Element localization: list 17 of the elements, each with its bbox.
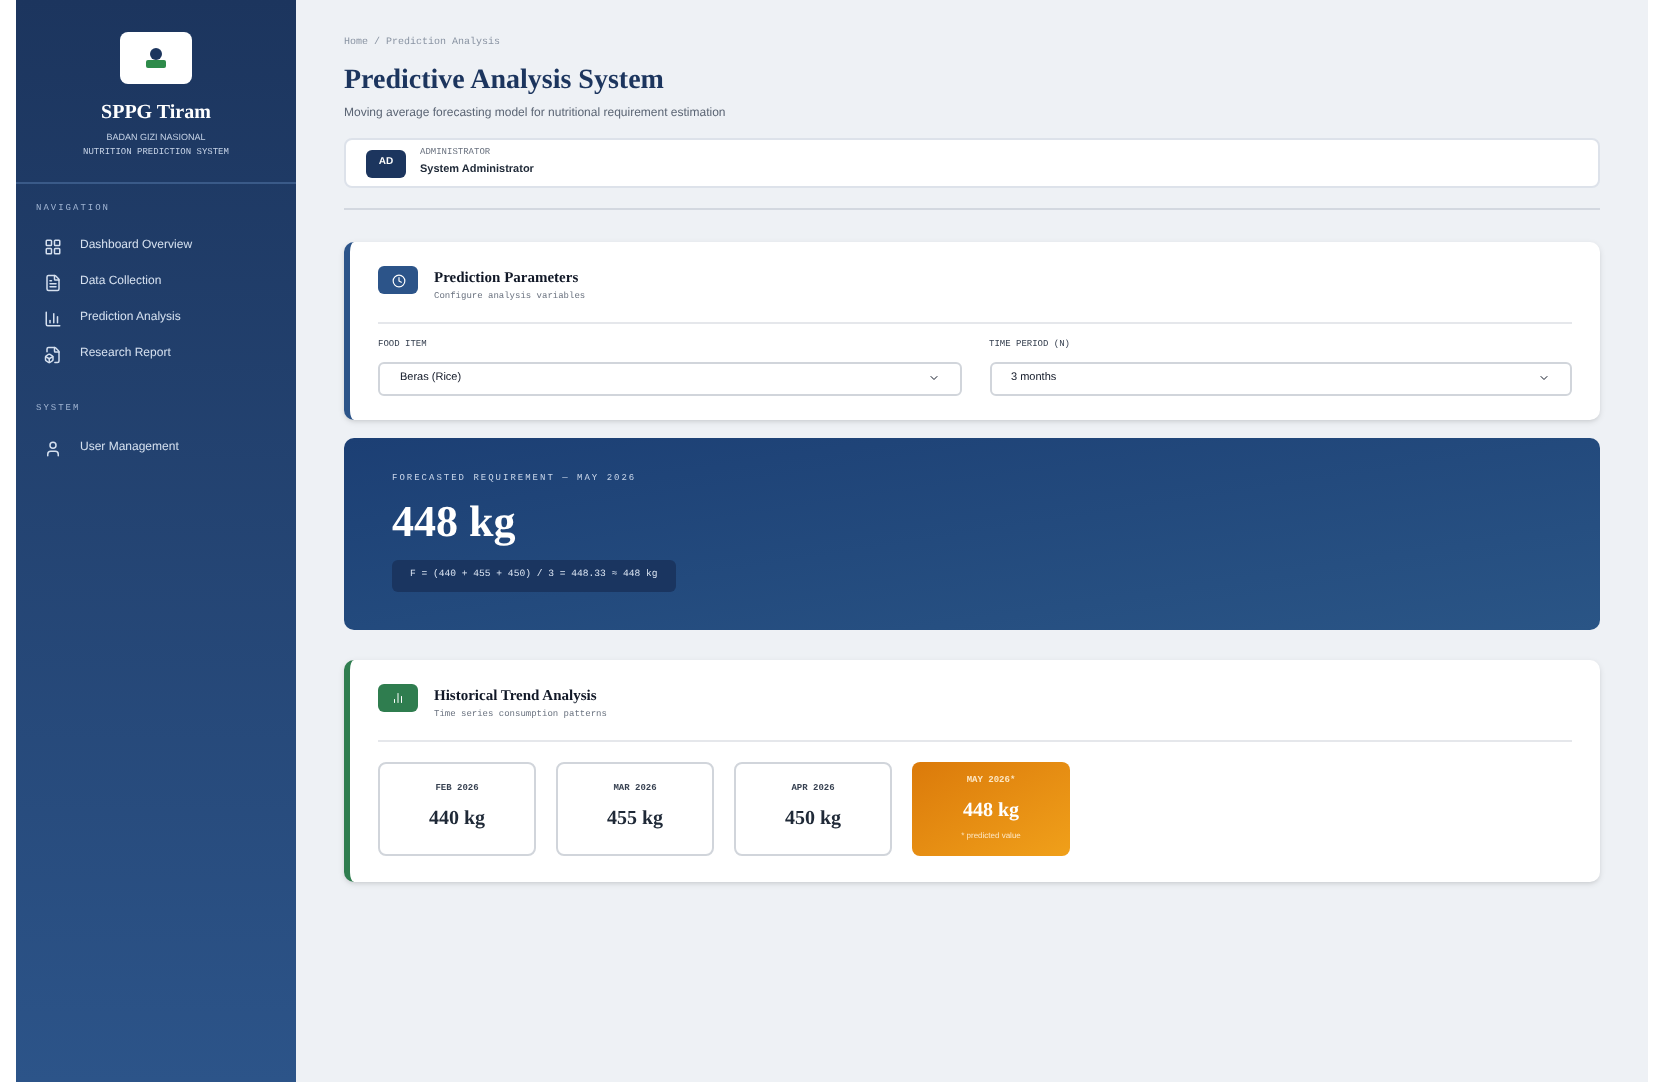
clock-icon [378, 266, 418, 294]
chevron-down-icon [1538, 372, 1550, 385]
logo-icon [120, 32, 192, 84]
forecast-value: 448 kg [392, 499, 518, 543]
document-icon [44, 273, 62, 292]
bar-chart-icon [44, 309, 62, 328]
month-value: 440 kg [428, 805, 486, 834]
month-value: 455 kg [606, 805, 664, 834]
brand-name: SPPG Tiram [101, 100, 211, 128]
page-title: Predictive Analysis System [344, 63, 666, 98]
bar-chart-icon [378, 683, 418, 712]
month-value: 448 kg [962, 797, 1020, 826]
chevron-down-icon [927, 372, 939, 385]
grid-icon [44, 237, 62, 256]
month-value: 450 kg [784, 805, 842, 834]
user-icon [44, 439, 62, 457]
file-icon [44, 345, 62, 364]
